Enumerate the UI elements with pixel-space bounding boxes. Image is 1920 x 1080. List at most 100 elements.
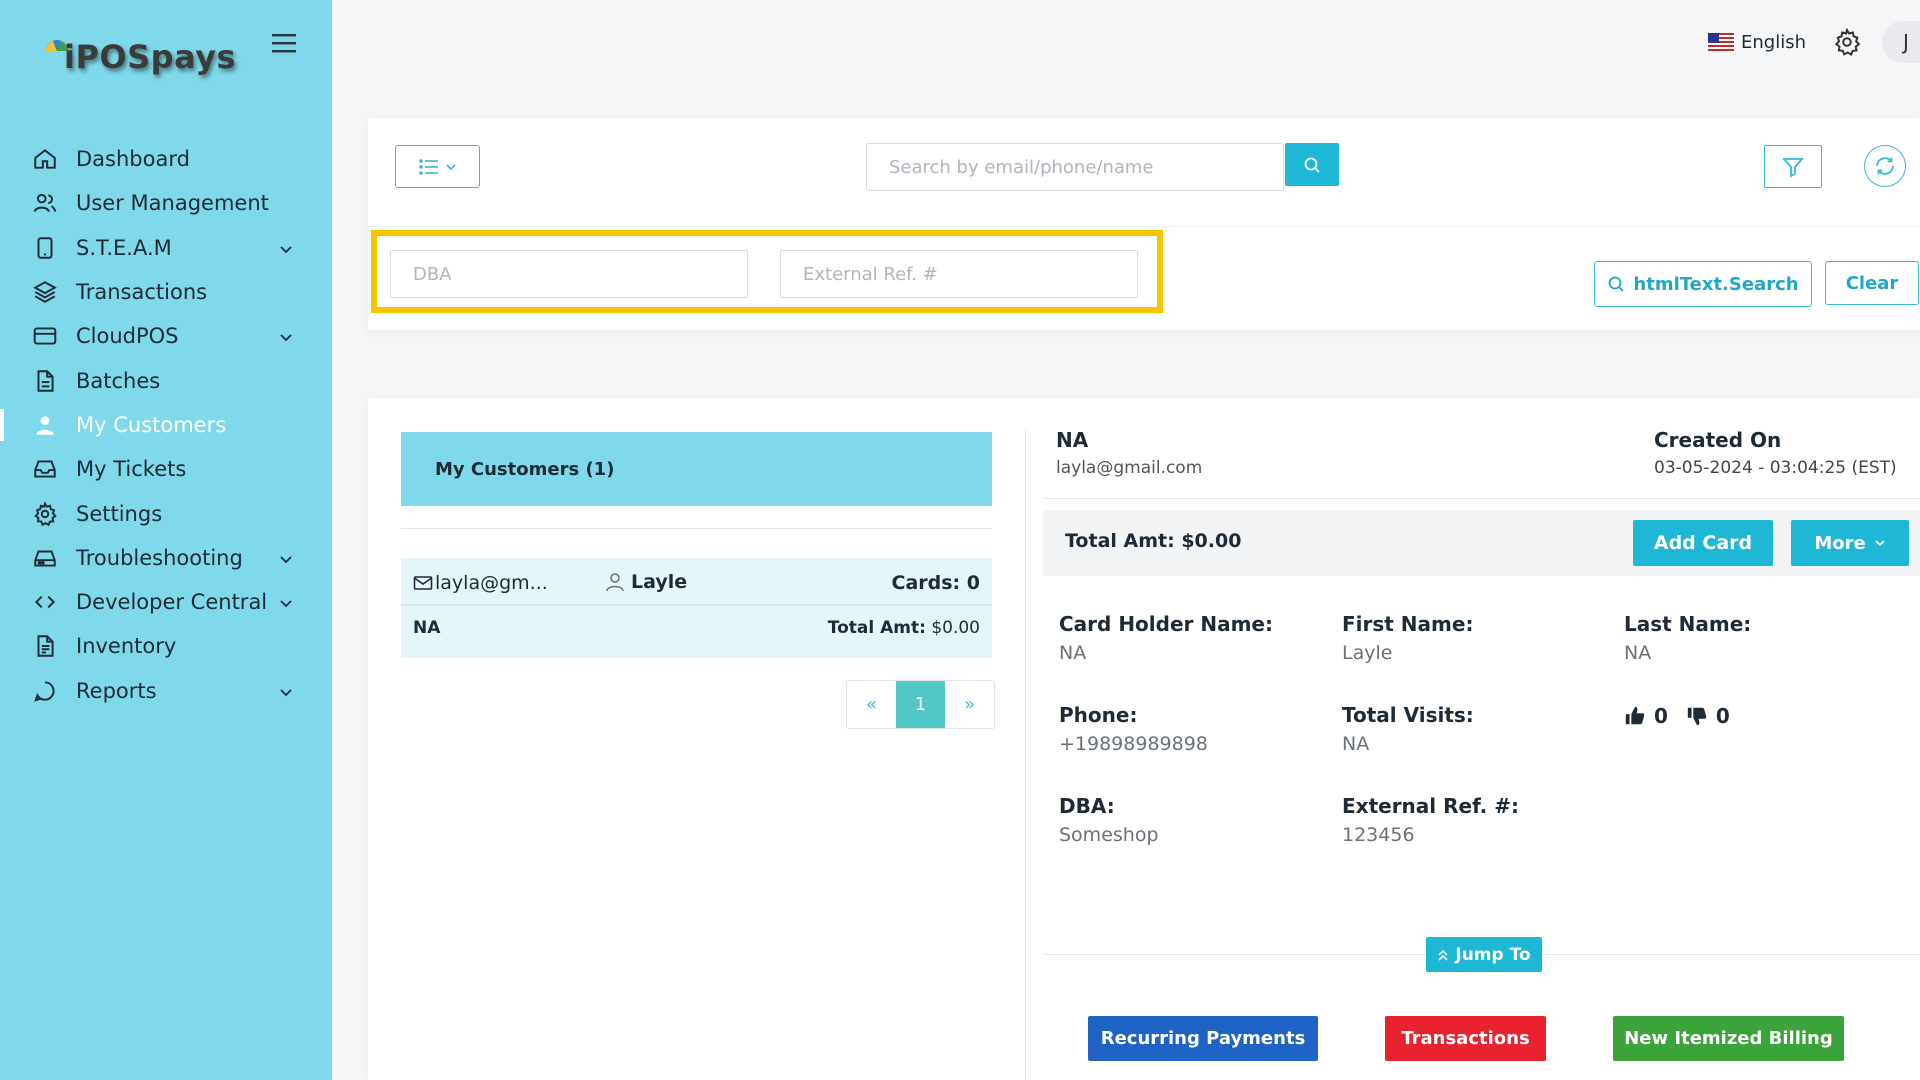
external-ref-input[interactable] [780,250,1138,298]
detail-email: layla@gmail.com [1056,458,1203,478]
sidebar-item-batches[interactable]: Batches [0,358,332,402]
divider [401,528,992,529]
pagination-next[interactable]: » [945,681,994,728]
sidebar-item-developer-central[interactable]: Developer Central [0,580,332,624]
inbox-icon [34,460,56,478]
detail-name: NA [1056,428,1089,452]
sidebar-item-cloudpos[interactable]: CloudPOS [0,314,332,358]
sidebar-item-label: Batches [76,368,161,393]
customer-email: layla@gm... [413,572,548,594]
field-label: First Name: [1342,612,1474,636]
pagination-prev[interactable]: « [847,681,896,728]
sidebar-item-my-tickets[interactable]: My Tickets [0,447,332,491]
recurring-payments-button[interactable]: Recurring Payments [1088,1016,1318,1061]
field-value: NA [1624,642,1652,664]
customer-dba: NA [413,618,441,638]
sidebar-item-user-management[interactable]: User Management [0,181,332,225]
sidebar-item-dashboard[interactable]: Dashboard [0,137,332,181]
transactions-button[interactable]: Transactions [1385,1016,1546,1061]
jump-to-label: Jump To [1455,944,1531,965]
field-value: NA [1342,733,1370,755]
file-icon [37,369,54,392]
total-amount: Total Amt: $0.00 [1065,530,1242,552]
logo[interactable]: iPOSpays [44,38,236,76]
sidebar-item-my-customers[interactable]: My Customers [0,403,332,447]
refresh-icon [1876,157,1894,175]
pagination-page[interactable]: 1 [896,681,945,728]
filter-icon [1782,157,1804,177]
more-button[interactable]: More [1791,520,1909,566]
search-input[interactable] [866,143,1284,191]
customer-total-value: $0.00 [931,618,980,638]
search-icon [1304,157,1320,173]
field-label: Card Holder Name: [1059,612,1273,636]
user-icon [36,416,54,435]
filter-button[interactable] [1764,145,1822,188]
sidebar-item-label: My Tickets [76,457,187,482]
language-label: English [1741,31,1806,53]
sidebar-item-troubleshooting[interactable]: Troubleshooting [0,536,332,580]
settings-button[interactable] [1832,27,1862,57]
language-selector[interactable]: English [1708,32,1806,53]
field-external-ref: External Ref. #: 123456 [1342,794,1519,846]
dba-input[interactable] [390,250,748,298]
field-label: Total Visits: [1342,703,1474,727]
thumbs-down-count: 0 [1715,704,1730,728]
sidebar-item-label: Reports [76,678,157,703]
list-item[interactable]: layla@gm... Layle Cards: 0 NA Total Amt:… [401,558,992,658]
sidebar-item-label: Settings [76,501,163,526]
thumbs-down-icon[interactable] [1686,705,1708,727]
field-phone: Phone: +19898989898 [1059,703,1208,755]
search-button[interactable] [1285,143,1339,186]
chevron-down-icon [280,334,292,342]
sidebar-item-label: Troubleshooting [76,545,243,570]
menu-icon [272,34,296,53]
field-value: Someshop [1059,824,1159,846]
thumbs-up-count: 0 [1654,704,1668,728]
sidebar-item-label: Inventory [76,634,177,659]
chevron-down-icon [280,688,292,696]
sidebar-item-reports[interactable]: Reports [0,669,332,713]
sidebar-item-transactions[interactable]: Transactions [0,270,332,314]
customers-panel: My Customers (1) layla@gm... Layle Cards… [368,398,1920,1080]
jump-to-button[interactable]: Jump To [1426,937,1542,972]
hamburger-menu-button[interactable] [268,30,300,56]
sidebar-item-label: Developer Central [76,590,268,615]
thumbs-up-icon[interactable] [1624,705,1646,727]
chevron-down-icon [280,245,292,253]
chevron-down-icon [445,163,456,170]
advanced-search-label: htmlText.Search [1633,273,1799,295]
clear-button[interactable]: Clear [1825,261,1919,305]
add-card-button[interactable]: Add Card [1633,520,1773,566]
gear-icon [34,500,57,526]
gear-icon [1834,27,1861,56]
pagination: « 1 » [846,680,995,729]
sidebar-item-label: S.T.E.A.M [76,235,172,260]
more-label: More [1814,532,1866,554]
users-icon [33,194,57,213]
home-icon [34,149,56,169]
field-card-holder: Card Holder Name: NA [1059,612,1273,664]
refresh-button[interactable] [1864,145,1906,187]
created-on-label: Created On [1654,428,1782,452]
sidebar-item-settings[interactable]: Settings [0,491,332,535]
avatar[interactable]: J [1882,21,1920,63]
field-value: +19898989898 [1059,733,1208,755]
new-itemized-billing-button[interactable]: New Itemized Billing [1613,1016,1844,1061]
sidebar-item-label: Dashboard [76,147,190,172]
column-menu-button[interactable] [395,145,480,188]
sidebar-item-inventory[interactable]: Inventory [0,624,332,668]
sidebar-item-label: Transactions [76,280,208,305]
topbar: English J [1708,21,1920,63]
search-panel: htmlText.Search Clear [368,118,1920,330]
sidebar-item-steam[interactable]: S.T.E.A.M [0,226,332,270]
advanced-search-button[interactable]: htmlText.Search [1594,261,1812,307]
field-first-name: First Name: Layle [1342,612,1473,664]
double-chevron-up-icon [1438,949,1448,961]
drive-icon [34,550,56,567]
chevron-down-icon [1875,540,1885,547]
field-value: Layle [1342,642,1393,664]
field-label: DBA: [1059,794,1115,818]
document-icon [37,635,54,658]
field-label: Last Name: [1624,612,1752,636]
